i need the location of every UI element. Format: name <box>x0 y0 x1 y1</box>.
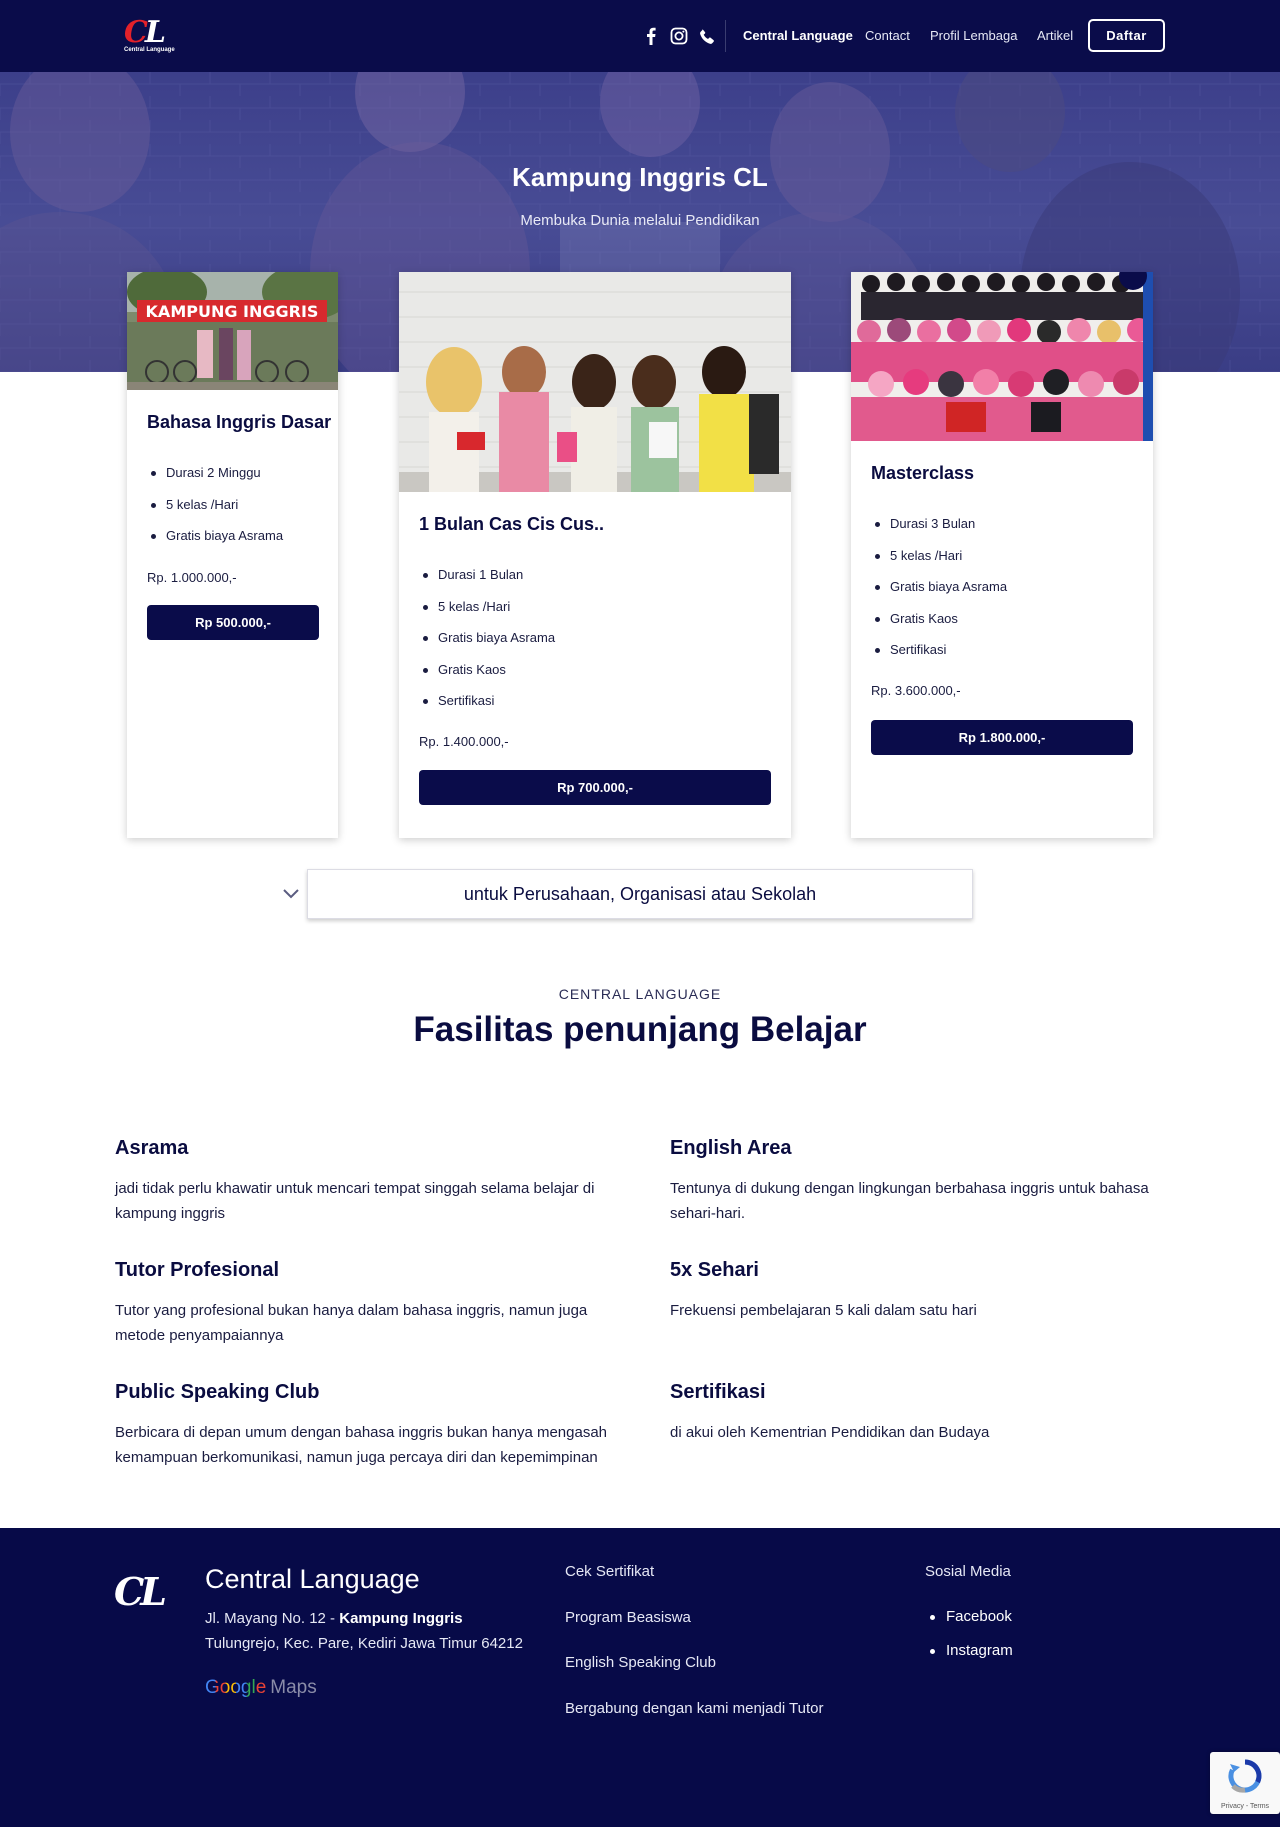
card-title: 1 Bulan Cas Cis Cus.. <box>419 514 605 534</box>
section-kicker: CENTRAL LANGUAGE <box>558 986 722 1002</box>
card-feature: Gratis Kaos <box>419 662 555 694</box>
card-feature: Durasi 2 Minggu <box>147 465 283 497</box>
card-title: Masterclass <box>871 463 975 483</box>
maps-label: Maps <box>270 1677 317 1698</box>
footer-social-list: Facebook Instagram <box>925 1608 1013 1676</box>
card-price-button[interactable]: Rp 700.000,- <box>419 770 771 805</box>
card-price-button[interactable]: Rp 500.000,- <box>147 605 319 640</box>
card-feature-list: Durasi 2 Minggu 5 kelas /Hari Gratis bia… <box>147 465 283 560</box>
card-image <box>399 272 791 492</box>
logo-subtitle: Central Language <box>124 47 175 53</box>
nav-artikel[interactable]: Artikel <box>1037 28 1073 43</box>
nav-central-language[interactable]: Central Language <box>743 28 853 43</box>
facility-item: English Area Tentunya di dukung dengan l… <box>670 1137 1180 1226</box>
nav-profil-lembaga[interactable]: Profil Lembaga <box>930 28 1017 43</box>
footer-brand: Central Language <box>205 1564 420 1594</box>
daftar-button[interactable]: Daftar <box>1088 19 1165 52</box>
card-feature: Sertifikasi <box>419 693 555 725</box>
facility-desc: Frekuensi pembelajaran 5 kali dalam satu… <box>670 1302 977 1319</box>
facility-desc: Berbicara di depan umum dengan bahasa in… <box>115 1424 608 1466</box>
card-feature: Gratis biaya Asrama <box>871 579 1007 611</box>
card-feature: 5 kelas /Hari <box>871 548 1007 580</box>
facility-title: Tutor Profesional <box>115 1259 280 1281</box>
address-line: Jl. Mayang No. 12 - <box>205 1610 340 1627</box>
footer-link-program-beasiswa[interactable]: Program Beasiswa <box>565 1609 824 1655</box>
card-title: Bahasa Inggris Dasar <box>147 412 332 432</box>
google-maps-logo: Google <box>205 1677 267 1698</box>
recaptcha-badge[interactable]: Privacy - Terms <box>1210 1752 1280 1814</box>
card-feature: Gratis Kaos <box>871 611 1007 643</box>
facility-desc: jadi tidak perlu khawatir untuk mencari … <box>115 1180 595 1222</box>
card-feature-list: Durasi 1 Bulan 5 kelas /Hari Gratis biay… <box>419 567 555 725</box>
footer-link-instagram[interactable]: Instagram <box>925 1642 1013 1676</box>
card-feature: Gratis biaya Asrama <box>147 528 283 560</box>
facility-title: Sertifikasi <box>670 1381 766 1403</box>
facility-title: Public Speaking Club <box>115 1381 320 1403</box>
footer-social-heading: Sosial Media <box>925 1563 1011 1580</box>
footer-links: Cek Sertifikat Program Beasiswa English … <box>565 1563 824 1745</box>
facility-item: Sertifikasi di akui oleh Kementrian Pend… <box>670 1381 1180 1445</box>
hero-subtitle: Membuka Dunia melalui Pendidikan <box>520 212 760 229</box>
facility-title: 5x Sehari <box>670 1259 759 1281</box>
footer-logo[interactable]: CL <box>114 1570 178 1616</box>
footer-link-english-speaking-club[interactable]: English Speaking Club <box>565 1654 824 1700</box>
instagram-icon[interactable] <box>668 25 690 47</box>
card-feature: Gratis biaya Asrama <box>419 630 555 662</box>
card-original-price: Rp. 1.400.000,- <box>419 734 509 749</box>
social-links <box>640 24 718 48</box>
card-feature: 5 kelas /Hari <box>419 599 555 631</box>
nav-contact[interactable]: Contact <box>865 28 910 43</box>
card-image: KAMPUNG INGGRIS <box>127 272 338 390</box>
header-divider <box>725 20 726 52</box>
facility-title: English Area <box>670 1137 792 1159</box>
pricing-card-basic: KAMPUNG INGGRIS Bahasa Inggris Dasar Dur… <box>127 272 338 838</box>
card-feature: Sertifikasi <box>871 642 1007 674</box>
card-feature: 5 kelas /Hari <box>147 497 283 529</box>
facility-title: Asrama <box>115 1137 189 1159</box>
phone-icon[interactable] <box>696 25 718 47</box>
card-feature: Durasi 3 Bulan <box>871 516 1007 548</box>
recaptcha-text: Privacy - Terms <box>1220 1803 1270 1810</box>
footer-link-tutor[interactable]: Bergabung dengan kami menjadi Tutor <box>565 1700 824 1746</box>
site-logo[interactable]: CL Central Language <box>124 15 175 56</box>
site-header: CL Central Language Central Language Con… <box>0 0 1280 72</box>
pricing-card-monthly: 1 Bulan Cas Cis Cus.. Durasi 1 Bulan 5 k… <box>399 272 791 838</box>
facility-item: 5x Sehari Frekuensi pembelajaran 5 kali … <box>670 1259 1180 1323</box>
card-image-sign: KAMPUNG INGGRIS <box>146 302 319 321</box>
footer-address: Jl. Mayang No. 12 - Kampung Inggris Tulu… <box>205 1606 523 1656</box>
facility-desc: Tentunya di dukung dengan lingkungan ber… <box>670 1180 1149 1222</box>
accordion-organization[interactable]: untuk Perusahaan, Organisasi atau Sekola… <box>307 869 973 919</box>
section-title: Fasilitas penunjang Belajar <box>413 1010 867 1049</box>
facility-desc: di akui oleh Kementrian Pendidikan dan B… <box>670 1424 990 1441</box>
pricing-card-masterclass: Masterclass Durasi 3 Bulan 5 kelas /Hari… <box>851 272 1153 838</box>
card-price-button[interactable]: Rp 1.800.000,- <box>871 720 1133 755</box>
facebook-icon[interactable] <box>640 25 662 47</box>
hero-title: Kampung Inggris CL <box>512 162 768 192</box>
google-maps-link[interactable]: Google Maps <box>205 1677 317 1699</box>
facility-item: Asrama jadi tidak perlu khawatir untuk m… <box>115 1137 625 1226</box>
recaptcha-icon <box>1228 1759 1262 1793</box>
card-feature: Durasi 1 Bulan <box>419 567 555 599</box>
footer-link-facebook[interactable]: Facebook <box>925 1608 1013 1642</box>
site-footer: CL Central Language Jl. Mayang No. 12 - … <box>0 1528 1280 1827</box>
facility-desc: Tutor yang profesional bukan hanya dalam… <box>115 1302 588 1344</box>
address-line: Tulungrejo, Kec. Pare, Kediri Jawa Timur… <box>205 1635 523 1652</box>
facility-item: Public Speaking Club Berbicara di depan … <box>115 1381 625 1470</box>
address-bold: Kampung Inggris <box>339 1610 463 1627</box>
card-original-price: Rp. 3.600.000,- <box>871 683 961 698</box>
card-feature-list: Durasi 3 Bulan 5 kelas /Hari Gratis biay… <box>871 516 1007 674</box>
card-image <box>851 272 1153 441</box>
logo-mark: CL <box>124 15 166 50</box>
footer-link-cek-sertifikat[interactable]: Cek Sertifikat <box>565 1563 824 1609</box>
card-original-price: Rp. 1.000.000,- <box>147 570 237 585</box>
chevron-down-icon[interactable] <box>281 884 301 904</box>
facility-item: Tutor Profesional Tutor yang profesional… <box>115 1259 625 1348</box>
